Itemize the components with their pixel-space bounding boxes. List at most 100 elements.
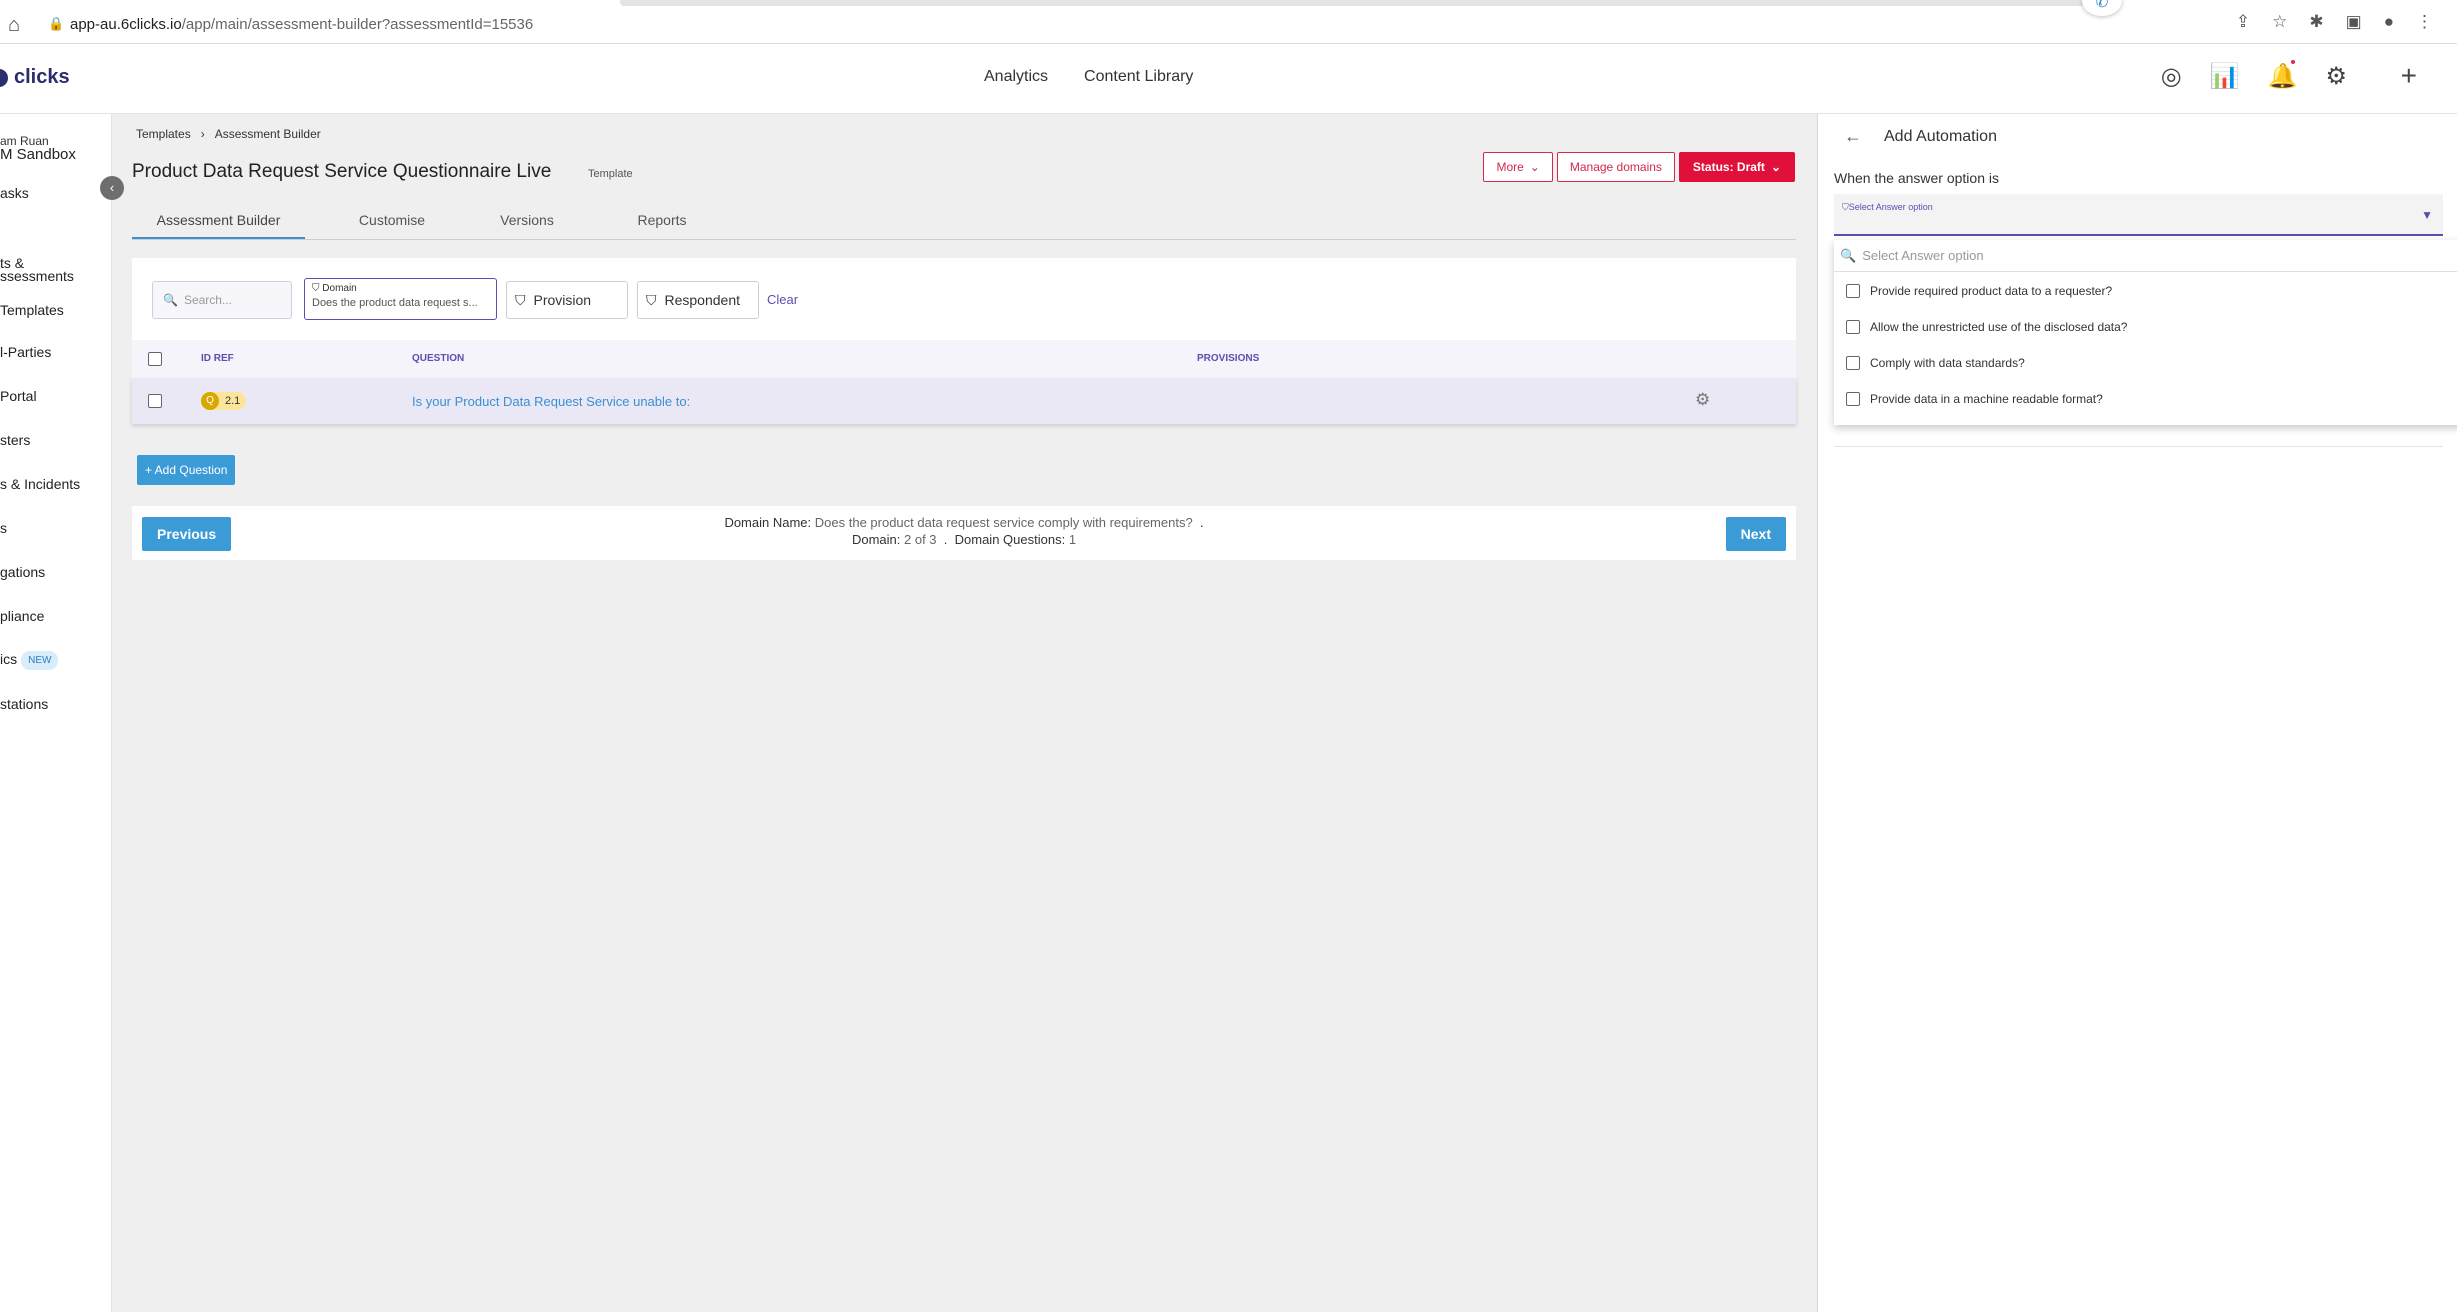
sidebar-item-tasks[interactable]: asks bbox=[0, 186, 29, 201]
nav-content-library[interactable]: Content Library bbox=[1084, 68, 1193, 86]
domain-filter-label: ⛉ Domain bbox=[312, 283, 489, 294]
select-all-checkbox[interactable] bbox=[148, 352, 162, 366]
logo[interactable]: clicks bbox=[0, 66, 70, 89]
tab-assessment-builder[interactable]: Assessment Builder bbox=[132, 202, 305, 239]
chevron-right-icon: › bbox=[200, 127, 205, 141]
tab-customise[interactable]: Customise bbox=[332, 202, 452, 239]
analytics-chart-icon[interactable]: 📊 bbox=[2210, 62, 2240, 91]
breadcrumb: Templates › Assessment Builder bbox=[136, 127, 321, 141]
domain-label: Domain: bbox=[851, 532, 901, 547]
collapse-sidebar-icon[interactable]: ‹ bbox=[100, 176, 124, 200]
option-checkbox[interactable] bbox=[1846, 392, 1860, 406]
filter-icon: ⛉ bbox=[1842, 202, 1849, 212]
chevron-down-icon: ⌄ bbox=[1529, 160, 1540, 174]
option-checkbox[interactable] bbox=[1846, 320, 1860, 334]
logo-text: clicks bbox=[14, 66, 70, 88]
arrow-left-icon[interactable]: ← bbox=[1844, 126, 1862, 147]
respondent-filter[interactable]: ⛉ Respondent bbox=[637, 281, 759, 319]
option-checkbox[interactable] bbox=[1846, 356, 1860, 370]
manage-domains-button[interactable]: Manage domains bbox=[1556, 152, 1675, 182]
star-icon[interactable]: ☆ bbox=[2272, 12, 2287, 32]
url-host: app-au.6clicks.io bbox=[70, 16, 182, 33]
home-icon[interactable]: ⌂ bbox=[8, 14, 20, 37]
tab-reports[interactable]: Reports bbox=[602, 202, 722, 239]
answer-option-item[interactable]: Provide required product data to a reque… bbox=[1846, 284, 2112, 298]
lock-icon[interactable]: 🔒 bbox=[48, 16, 64, 32]
logo-mark bbox=[0, 68, 8, 87]
option-checkbox[interactable] bbox=[1846, 284, 1860, 298]
clear-filters-link[interactable]: Clear bbox=[767, 292, 798, 307]
address-bar[interactable]: app-au.6clicks.io/app/main/assessment-bu… bbox=[70, 16, 533, 33]
next-button[interactable]: Next bbox=[1725, 517, 1786, 551]
chevron-down-icon: ⌄ bbox=[1770, 160, 1781, 174]
profile-icon[interactable]: ● bbox=[2384, 12, 2394, 32]
nav-analytics[interactable]: Analytics bbox=[984, 68, 1048, 86]
app-header: clicks Analytics Content Library ◎ 📊 🔔 ⚙… bbox=[0, 44, 2457, 114]
sidebar-item-analytics[interactable]: ics NEW bbox=[0, 651, 59, 670]
filter-icon: ⛉ bbox=[646, 291, 657, 308]
sidebar-item-compliance[interactable]: pliance bbox=[0, 609, 44, 624]
option-label: Comply with data standards? bbox=[1870, 356, 2025, 370]
extensions-icon[interactable]: ✱ bbox=[2309, 12, 2323, 32]
sidebar-item-registers[interactable]: sters bbox=[0, 433, 30, 448]
breadcrumb-templates[interactable]: Templates bbox=[136, 127, 191, 141]
browser-menu-icon[interactable]: ⋮ bbox=[2416, 12, 2433, 32]
sidebar-item-obligations[interactable]: gations bbox=[0, 565, 45, 580]
option-label: Allow the unrestricted use of the disclo… bbox=[1870, 320, 2128, 334]
user-support-icon[interactable]: ◎ bbox=[2161, 62, 2182, 91]
page-title: Product Data Request Service Questionnai… bbox=[132, 161, 552, 182]
sidebar-item-attestations[interactable]: stations bbox=[0, 697, 48, 712]
domain-filter-value: Does the product data request s... bbox=[312, 297, 478, 309]
browser-actions: ⇪ ☆ ✱ ▣ ● ⋮ bbox=[2236, 12, 2433, 32]
browser-tab-strip bbox=[620, 0, 2120, 6]
answer-option-item[interactable]: Provide data in a machine readable forma… bbox=[1846, 392, 2103, 406]
sidebar-item-third-parties[interactable]: l-Parties bbox=[0, 345, 51, 360]
row-checkbox[interactable] bbox=[148, 394, 162, 408]
provision-filter[interactable]: ⛉ Provision bbox=[506, 281, 628, 319]
status-button[interactable]: Status: Draft ⌄ bbox=[1678, 152, 1795, 182]
col-provisions: PROVISIONS bbox=[1197, 353, 1260, 364]
answer-option-item[interactable]: Allow the unrestricted use of the disclo… bbox=[1846, 320, 2127, 334]
domain-name-value: Does the product data request service co… bbox=[814, 515, 1193, 530]
share-icon[interactable]: ⇪ bbox=[2236, 12, 2250, 32]
user-settings-icon[interactable]: ⚙ bbox=[2325, 62, 2347, 91]
question-badge: Q 2.1 bbox=[201, 392, 247, 410]
add-question-button[interactable]: + Add Question bbox=[137, 455, 236, 485]
answer-option-select[interactable]: ⛉Select Answer option ▼ bbox=[1834, 194, 2443, 236]
browser-toolbar: ⌂ 🔒 app-au.6clicks.io/app/main/assessmen… bbox=[0, 0, 2457, 44]
answer-option-dropdown: 🔍 Select Answer option Provide required … bbox=[1834, 240, 2457, 425]
chat-icon[interactable]: ✆ bbox=[2082, 0, 2122, 16]
more-button[interactable]: More ⌄ bbox=[1483, 152, 1553, 182]
tabs: Assessment Builder Customise Versions Re… bbox=[132, 202, 1796, 240]
sidebar-item-portal[interactable]: Portal bbox=[0, 389, 37, 404]
domain-info: Domain Name: Does the product data reque… bbox=[132, 514, 1796, 548]
search-input[interactable]: 🔍 Search... bbox=[152, 281, 292, 319]
table-row[interactable]: Q 2.1 Is your Product Data Request Servi… bbox=[132, 378, 1796, 424]
user-info[interactable]: am Ruan M Sandbox bbox=[0, 134, 76, 162]
divider bbox=[1834, 446, 2443, 447]
tab-versions[interactable]: Versions bbox=[467, 202, 587, 239]
respondent-filter-label: Respondent bbox=[664, 292, 741, 308]
sidebar-item-analytics-label: ics bbox=[0, 651, 18, 668]
bell-icon[interactable]: 🔔 bbox=[2268, 60, 2297, 91]
sidebar-item-assessments-line2[interactable]: ssessments bbox=[0, 269, 74, 284]
question-text[interactable]: Is your Product Data Request Service una… bbox=[412, 394, 690, 409]
domain-filter[interactable]: ⛉ Domain Does the product data request s… bbox=[304, 278, 497, 320]
provision-filter-label: Provision bbox=[533, 292, 592, 308]
new-badge: NEW bbox=[21, 651, 59, 670]
gear-icon[interactable]: ⚙ bbox=[1695, 390, 1710, 410]
side-panel-icon[interactable]: ▣ bbox=[2346, 12, 2362, 32]
answer-option-placeholder: ⛉Select Answer option bbox=[1842, 202, 1933, 213]
domain-questions-label: Domain Questions: bbox=[954, 532, 1066, 547]
sidebar-item-incidents[interactable]: s & Incidents bbox=[0, 477, 80, 492]
filter-icon: ⛉ bbox=[312, 283, 320, 294]
add-icon[interactable]: + bbox=[2401, 60, 2417, 92]
answer-option-label: When the answer option is bbox=[1834, 170, 1999, 186]
domain-name-label: Domain Name: bbox=[724, 515, 812, 530]
caret-down-icon: ▼ bbox=[2421, 208, 2433, 222]
domain-value: 2 of 3 bbox=[904, 532, 937, 547]
option-search-input[interactable]: 🔍 Select Answer option bbox=[1834, 240, 2457, 272]
answer-option-item[interactable]: Comply with data standards? bbox=[1846, 356, 2025, 370]
sidebar-item-s[interactable]: s bbox=[0, 521, 7, 536]
sidebar-item-templates[interactable]: Templates bbox=[0, 303, 64, 318]
